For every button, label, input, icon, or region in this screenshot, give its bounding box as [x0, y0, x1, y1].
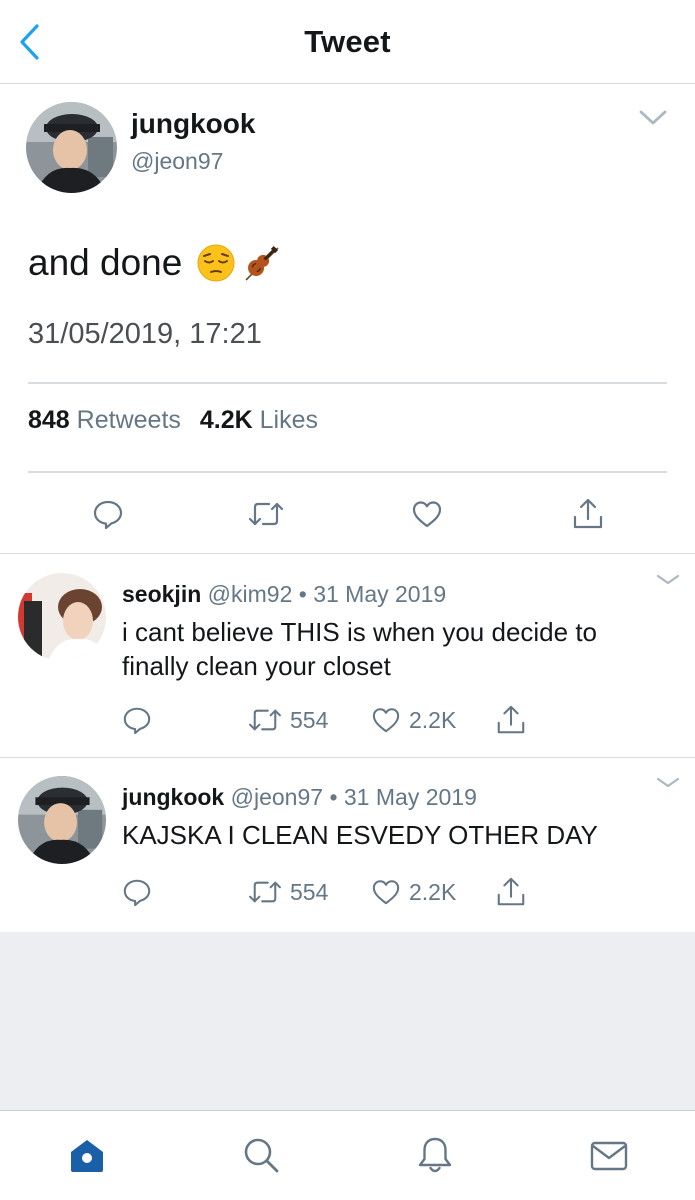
- reply-header: jungkook @jeon97 • 31 May 2019: [122, 784, 477, 811]
- reply-icon: [123, 879, 151, 907]
- like-count: 2.2K: [409, 878, 457, 905]
- likes-count[interactable]: 4.2K: [200, 406, 253, 434]
- retweets-count[interactable]: 848: [28, 406, 70, 434]
- share-button[interactable]: [495, 872, 527, 912]
- tab-messages[interactable]: [587, 1133, 631, 1177]
- avatar[interactable]: [18, 573, 106, 661]
- avatar[interactable]: [26, 102, 117, 193]
- divider: [28, 382, 667, 384]
- retweet-button[interactable]: 554: [248, 700, 328, 740]
- bell-icon: [418, 1137, 452, 1173]
- reply-author-handle[interactable]: @kim92: [208, 581, 293, 607]
- reply-icon: [93, 500, 123, 530]
- share-icon: [497, 877, 525, 906]
- tweet-text-row: and done: [28, 242, 282, 284]
- reply-options-button[interactable]: [654, 571, 682, 589]
- reply-button[interactable]: [88, 494, 128, 534]
- tab-home[interactable]: [65, 1133, 109, 1177]
- violin-icon: [245, 246, 279, 281]
- reply-button[interactable]: [122, 872, 152, 912]
- heart-icon: [412, 501, 442, 528]
- separator: •: [298, 581, 307, 607]
- reply-text: KAJSKA I CLEAN ESVEDY OTHER DAY: [122, 820, 598, 850]
- home-icon: [71, 1140, 103, 1172]
- reply-button[interactable]: [122, 700, 152, 740]
- pensive-face-icon: [197, 244, 235, 282]
- share-icon: [497, 705, 525, 734]
- reply-tweet[interactable]: jungkook @jeon97 • 31 May 2019 KAJSKA I …: [0, 758, 695, 932]
- tweet-stats: 848 Retweets 4.2K Likes: [28, 406, 330, 435]
- share-button[interactable]: [568, 494, 608, 534]
- retweet-button[interactable]: 554: [248, 872, 328, 912]
- reply-text: i cant believe THIS is when you decide t…: [122, 617, 598, 681]
- tab-search[interactable]: [239, 1133, 283, 1177]
- avatar[interactable]: [18, 776, 106, 864]
- reply-date: 31 May 2019: [313, 581, 447, 607]
- reply-tweet[interactable]: seokjin @kim92 • 31 May 2019 i cant beli…: [0, 555, 695, 758]
- reply-author-handle[interactable]: @jeon97: [231, 784, 323, 810]
- author-handle[interactable]: @jeon97: [131, 148, 223, 175]
- likes-label[interactable]: Likes: [260, 406, 318, 434]
- tab-bar: [0, 1110, 695, 1200]
- emoji-group: [196, 242, 282, 284]
- reply-author-name[interactable]: seokjin: [122, 581, 201, 607]
- share-icon: [573, 498, 603, 529]
- chevron-down-icon: [656, 574, 680, 585]
- reply-actions: 554 2.2K: [0, 700, 695, 740]
- like-button[interactable]: 2.2K: [371, 872, 456, 912]
- divider: [28, 471, 667, 473]
- author-name[interactable]: jungkook: [131, 108, 255, 140]
- reply-date: 31 May 2019: [343, 784, 477, 810]
- tab-notifications[interactable]: [413, 1133, 457, 1177]
- chevron-down-icon: [639, 110, 667, 125]
- main-tweet: jungkook @jeon97 and done 31/05/2019, 17…: [0, 84, 695, 554]
- page-title: Tweet: [304, 24, 391, 59]
- reply-author-name[interactable]: jungkook: [122, 784, 224, 810]
- heart-icon: [372, 880, 400, 905]
- retweet-icon: [248, 502, 284, 526]
- retweet-button[interactable]: [246, 494, 286, 534]
- heart-icon: [372, 708, 400, 733]
- retweet-count: 554: [290, 706, 329, 733]
- reply-actions: 554 2.2K: [0, 872, 695, 912]
- like-button[interactable]: 2.2K: [371, 700, 456, 740]
- tweet-timestamp: 31/05/2019, 17:21: [28, 318, 262, 350]
- tweet-text: and done: [28, 242, 183, 283]
- like-button[interactable]: [407, 494, 447, 534]
- like-count: 2.2K: [409, 706, 457, 733]
- retweets-label[interactable]: Retweets: [77, 406, 181, 434]
- reply-icon: [123, 707, 151, 735]
- tweet-options-button[interactable]: [636, 106, 670, 130]
- share-button[interactable]: [495, 700, 527, 740]
- search-icon: [244, 1138, 279, 1173]
- separator: •: [329, 784, 338, 810]
- retweet-icon: [249, 881, 281, 903]
- nav-bar: Tweet: [0, 0, 695, 84]
- retweet-icon: [249, 709, 281, 731]
- retweet-count: 554: [290, 878, 329, 905]
- reply-options-button[interactable]: [654, 774, 682, 792]
- empty-area: [0, 932, 695, 1110]
- envelope-icon: [590, 1141, 628, 1171]
- chevron-down-icon: [656, 777, 680, 788]
- reply-header: seokjin @kim92 • 31 May 2019: [122, 581, 446, 608]
